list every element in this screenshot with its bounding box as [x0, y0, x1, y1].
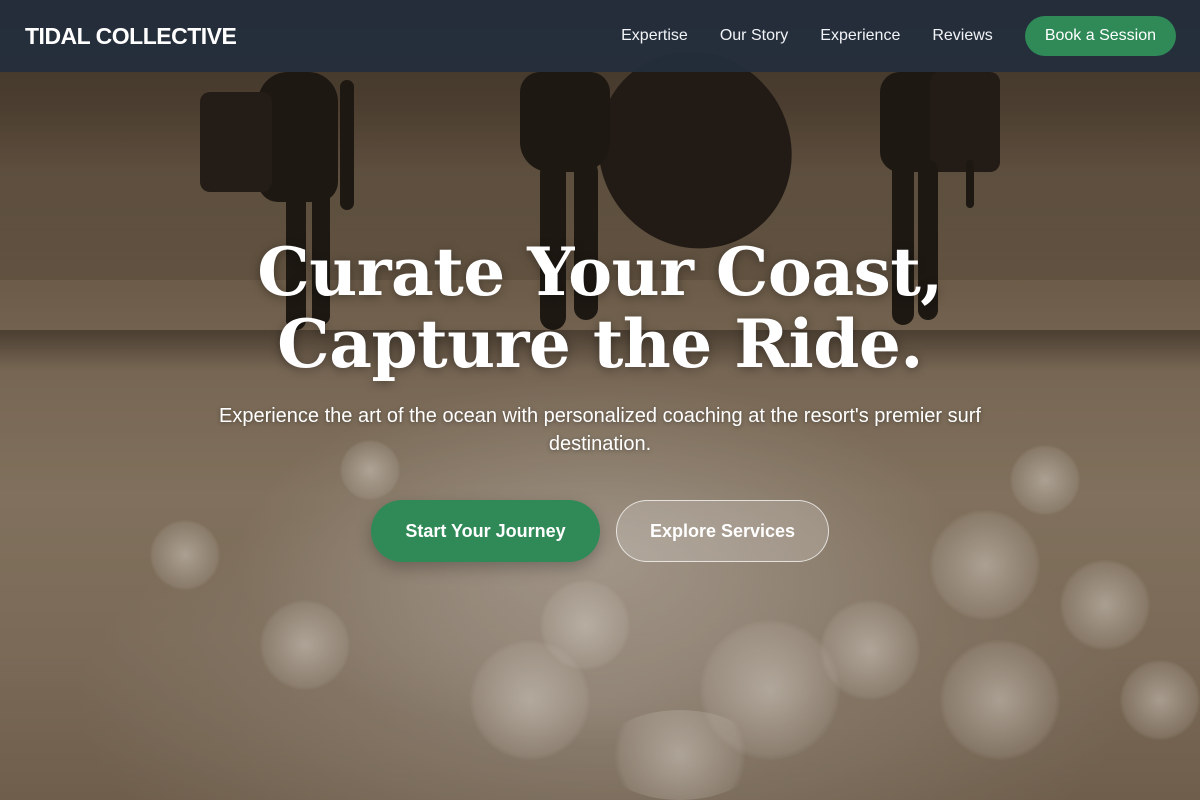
hero-button-group: Start Your Journey Explore Services	[0, 500, 1200, 562]
hero-subtitle: Experience the art of the ocean with per…	[218, 405, 981, 455]
top-navigation-bar: TIDAL COLLECTIVE Expertise Our Story Exp…	[0, 0, 1200, 72]
brand-logo[interactable]: TIDAL COLLECTIVE	[25, 23, 237, 50]
main-nav: Expertise Our Story Experience Reviews B…	[621, 16, 1176, 56]
explore-services-button[interactable]: Explore Services	[616, 500, 829, 562]
nav-link-expertise[interactable]: Expertise	[621, 27, 688, 45]
nav-link-our-story[interactable]: Our Story	[720, 27, 788, 45]
hero-title-line-1: Curate Your Coast,	[257, 233, 943, 311]
hero-section: Curate Your Coast, Capture the Ride. Exp…	[0, 236, 1200, 562]
nav-link-reviews[interactable]: Reviews	[932, 27, 992, 45]
start-journey-button[interactable]: Start Your Journey	[371, 500, 600, 562]
hero-title-line-2: Capture the Ride.	[277, 305, 923, 383]
nav-link-experience[interactable]: Experience	[820, 27, 900, 45]
hero-title: Curate Your Coast, Capture the Ride.	[0, 236, 1200, 380]
book-session-button[interactable]: Book a Session	[1024, 16, 1176, 56]
